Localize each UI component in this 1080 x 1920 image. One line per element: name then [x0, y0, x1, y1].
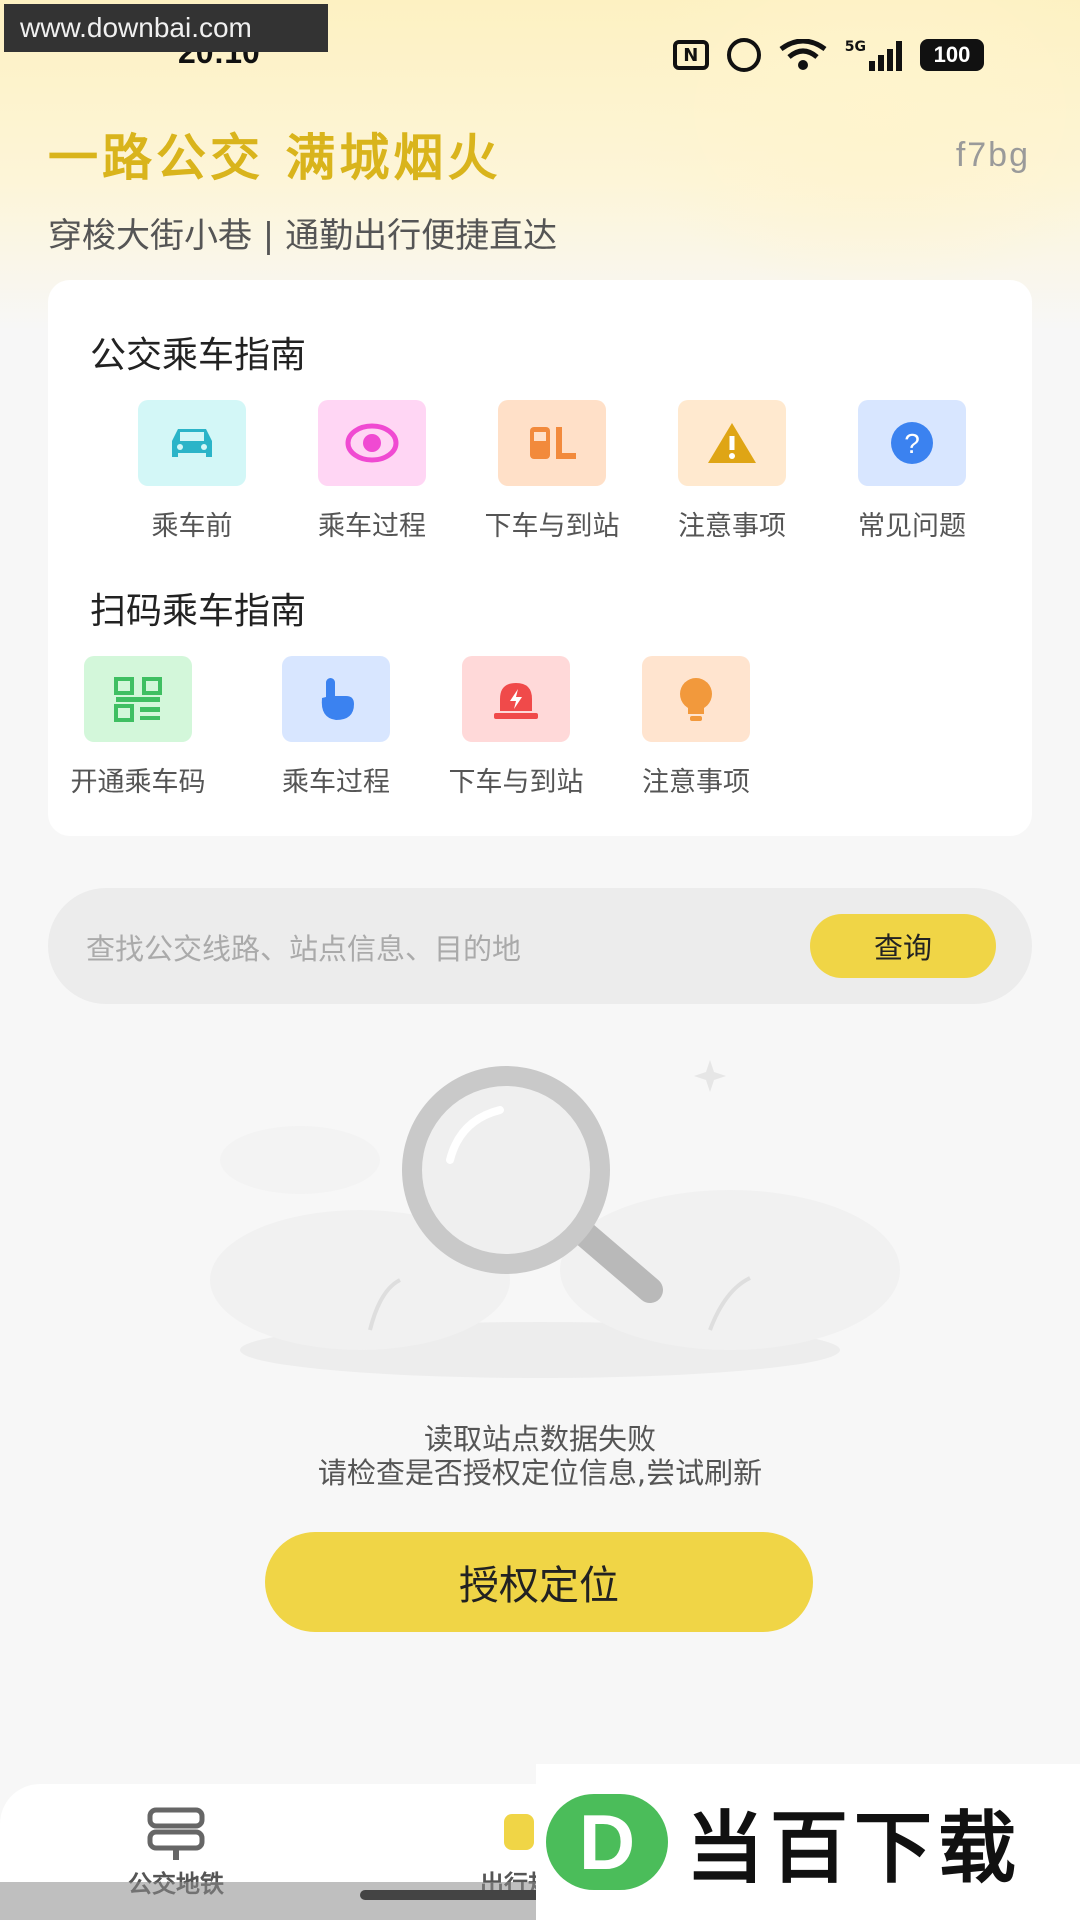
guide-card: 公交乘车指南 乘车前 乘车过程 下车与到站 注意事项 ? 常见问题 扫码乘车指南…	[48, 280, 1032, 836]
guide-item-alighting[interactable]: 下车与到站	[462, 400, 642, 543]
battery-icon: 100	[920, 39, 984, 71]
alarm-icon	[726, 38, 761, 72]
bus-guide-grid: 乘车前 乘车过程 下车与到站 注意事项 ? 常见问题	[102, 400, 1002, 543]
question-icon: ?	[858, 400, 966, 486]
guide-item-label: 下车与到站	[484, 511, 620, 542]
warning-icon	[678, 400, 786, 486]
guide-item-label: 注意事项	[642, 767, 750, 798]
guide-item-label: 开通乘车码	[70, 767, 206, 798]
guide-item-label: 注意事项	[678, 511, 786, 542]
header-code: f7bg	[955, 136, 1030, 174]
guide-item-label: 乘车前	[151, 511, 233, 542]
nfc-icon: N	[672, 40, 709, 70]
status-icons: N 5G 100	[672, 38, 984, 72]
guide-item-faq[interactable]: ? 常见问题	[822, 400, 1002, 543]
guide-item-open-code[interactable]: 开通乘车码	[30, 656, 246, 799]
car-icon	[138, 400, 246, 486]
network-type: 5G	[844, 39, 866, 55]
tap-hand-icon	[282, 656, 390, 742]
signal-icon: 5G	[845, 39, 902, 71]
guide-item-before-boarding[interactable]: 乘车前	[102, 400, 282, 543]
qr-code-icon	[84, 656, 192, 742]
guide-item-riding[interactable]: 乘车过程	[282, 400, 462, 543]
page-title: 一路公交 满城烟火	[48, 129, 502, 187]
scan-guide-title: 扫码乘车指南	[90, 591, 307, 632]
watermark-url: www.downbai.com	[4, 4, 328, 52]
target-icon	[318, 400, 426, 486]
guide-item-scan-alighting[interactable]: 下车与到站	[426, 656, 606, 799]
bus-guide-title: 公交乘车指南	[90, 335, 307, 376]
brand-watermark: D 当百下载	[536, 1764, 1080, 1920]
error-hint: 请检查是否授权定位信息,尝试刷新	[317, 1456, 763, 1490]
empty-search-illustration	[210, 1060, 900, 1378]
authorize-location-button[interactable]: 授权定位	[265, 1532, 813, 1632]
brand-logo: D	[546, 1794, 668, 1890]
page-subtitle: 穿梭大街小巷 | 通勤出行便捷直达	[48, 216, 558, 256]
search-button[interactable]: 查询	[810, 914, 996, 978]
scan-guide-grid: 开通乘车码 乘车过程 下车与到站 注意事项	[66, 656, 786, 799]
bus-stop-icon	[498, 400, 606, 486]
guide-item-label: 下车与到站	[448, 767, 584, 798]
guide-item-notes[interactable]: 注意事项	[642, 400, 822, 543]
alarm-light-icon	[462, 656, 570, 742]
brand-name: 当百下载	[686, 1804, 1023, 1894]
bulb-icon	[642, 656, 750, 742]
guide-item-scan-riding[interactable]: 乘车过程	[246, 656, 426, 799]
signpost-icon	[147, 1807, 205, 1860]
wifi-icon	[779, 39, 827, 71]
guide-item-scan-notes[interactable]: 注意事项	[606, 656, 786, 799]
guide-item-label: 常见问题	[858, 511, 966, 542]
search-bar[interactable]: 查找公交线路、站点信息、目的地 查询	[48, 888, 1032, 1004]
guide-item-label: 乘车过程	[282, 767, 390, 798]
svg-text:?: ?	[904, 428, 920, 459]
guide-item-label: 乘车过程	[318, 511, 426, 542]
search-input[interactable]: 查找公交线路、站点信息、目的地	[86, 926, 521, 968]
